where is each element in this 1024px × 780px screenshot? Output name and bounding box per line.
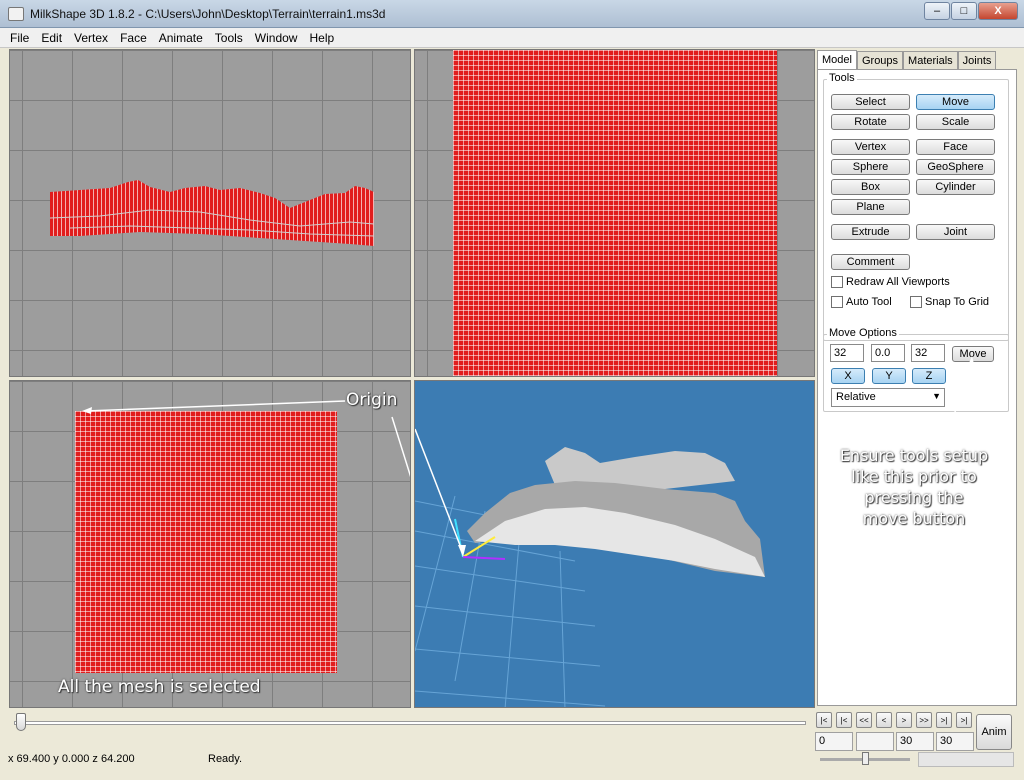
next-key-button[interactable]: >> xyxy=(916,712,932,728)
redraw-checkbox-box[interactable] xyxy=(831,276,843,288)
viewport-front[interactable] xyxy=(9,49,411,377)
close-button[interactable]: X xyxy=(978,2,1018,20)
origin-label: Origin xyxy=(346,390,398,410)
extrude-button[interactable]: Extrude xyxy=(831,224,910,240)
vertex-button[interactable]: Vertex xyxy=(831,139,910,155)
timeline-track[interactable] xyxy=(14,721,806,725)
prev-key-button[interactable]: << xyxy=(856,712,872,728)
status-message: Ready. xyxy=(208,753,243,765)
tools-note-line-1: Ensure tools setup xyxy=(839,446,989,465)
comment-button[interactable]: Comment xyxy=(831,254,910,270)
menu-animate[interactable]: Animate xyxy=(159,31,203,45)
redraw-checkbox-label: Redraw All Viewports xyxy=(846,276,950,288)
plane-button[interactable]: Plane xyxy=(831,199,910,215)
menu-tools[interactable]: Tools xyxy=(215,31,243,45)
face-button[interactable]: Face xyxy=(916,139,995,155)
last-key-button[interactable]: >| xyxy=(936,712,952,728)
tab-body: Tools Select Move Rotate Scale Vertex Fa… xyxy=(817,69,1017,706)
menu-bar: File Edit Vertex Face Animate Tools Wind… xyxy=(0,28,1024,48)
snap-to-grid-checkbox-label: Snap To Grid xyxy=(925,296,990,308)
terrain-mesh-side xyxy=(453,50,777,376)
snap-to-grid-checkbox-box[interactable] xyxy=(910,296,922,308)
menu-file[interactable]: File xyxy=(10,31,29,45)
tab-joints[interactable]: Joints xyxy=(957,51,997,70)
redraw-checkbox[interactable]: Redraw All Viewports xyxy=(831,276,950,288)
cylinder-button[interactable]: Cylinder xyxy=(916,179,995,195)
tab-groups[interactable]: Groups xyxy=(856,51,904,70)
rotate-button[interactable]: Rotate xyxy=(831,114,910,130)
animation-timeline: |< |< << < > >> >| >| 0 30 30 Anim xyxy=(0,708,1024,780)
move-options-label: Move Options xyxy=(827,327,899,339)
geosphere-button[interactable]: GeoSphere xyxy=(916,159,995,175)
tools-note-line-3: pressing the xyxy=(864,488,964,507)
frame-spacer-field xyxy=(856,732,894,751)
move-tool-button[interactable]: Move xyxy=(916,94,995,110)
minimize-button[interactable]: – xyxy=(924,2,950,20)
window-title: MilkShape 3D 1.8.2 - C:\Users\John\Deskt… xyxy=(30,6,386,21)
maximize-button[interactable]: □ xyxy=(951,2,977,20)
box-button[interactable]: Box xyxy=(831,179,910,195)
model-panel: Model Groups Materials Joints Tools Sele… xyxy=(815,48,1022,708)
mesh-selected-label: All the mesh is selected xyxy=(58,677,261,697)
auto-tool-checkbox-box[interactable] xyxy=(831,296,843,308)
tab-model[interactable]: Model xyxy=(817,50,857,71)
progress-bar xyxy=(918,752,1014,767)
sphere-button[interactable]: Sphere xyxy=(831,159,910,175)
tools-note-line-2: like this prior to xyxy=(851,467,977,486)
menu-window[interactable]: Window xyxy=(255,31,298,45)
zoom-slider-thumb[interactable] xyxy=(862,752,869,765)
tab-materials[interactable]: Materials xyxy=(903,51,958,70)
coordinates-readout: x 69.400 y 0.000 z 64.200 xyxy=(8,753,135,765)
select-button[interactable]: Select xyxy=(831,94,910,110)
last-frame-button[interactable]: >| xyxy=(956,712,972,728)
auto-tool-checkbox-label: Auto Tool xyxy=(846,296,892,308)
origin-arrow-left xyxy=(82,400,410,478)
frame-end-field[interactable]: 30 xyxy=(896,732,934,751)
anim-button[interactable]: Anim xyxy=(976,714,1012,750)
viewport-top-right[interactable] xyxy=(414,49,815,377)
panel-tabs: Model Groups Materials Joints xyxy=(817,50,997,71)
menu-face[interactable]: Face xyxy=(120,31,147,45)
viewport-3d[interactable] xyxy=(414,380,815,708)
viewport-top[interactable]: Origin All the mesh is selected xyxy=(9,380,411,708)
tools-group-label: Tools xyxy=(827,72,857,84)
terrain-3d-view xyxy=(415,428,765,707)
first-key-button[interactable]: |< xyxy=(836,712,852,728)
prev-frame-button[interactable]: < xyxy=(876,712,892,728)
menu-help[interactable]: Help xyxy=(309,31,334,45)
timeline-thumb[interactable] xyxy=(16,713,26,731)
scale-button[interactable]: Scale xyxy=(916,114,995,130)
first-frame-button[interactable]: |< xyxy=(816,712,832,728)
status-bar: x 69.400 y 0.000 z 64.200 Ready. xyxy=(0,750,1024,768)
app-icon xyxy=(8,6,24,21)
menu-vertex[interactable]: Vertex xyxy=(74,31,108,45)
joint-button[interactable]: Joint xyxy=(916,224,995,240)
auto-tool-checkbox[interactable]: Auto Tool xyxy=(831,296,892,308)
terrain-profile-front xyxy=(49,180,375,246)
frame-total-field[interactable]: 30 xyxy=(936,732,974,751)
title-bar: MilkShape 3D 1.8.2 - C:\Users\John\Deskt… xyxy=(0,0,1024,28)
menu-edit[interactable]: Edit xyxy=(41,31,62,45)
tools-note-label: Ensure tools setup like this prior to pr… xyxy=(824,445,1004,529)
current-frame-field[interactable]: 0 xyxy=(815,732,853,751)
next-frame-button[interactable]: > xyxy=(896,712,912,728)
snap-to-grid-checkbox[interactable]: Snap To Grid xyxy=(910,296,989,308)
tools-note-line-4: move button xyxy=(862,509,966,528)
window-controls: – □ X xyxy=(923,2,1018,20)
